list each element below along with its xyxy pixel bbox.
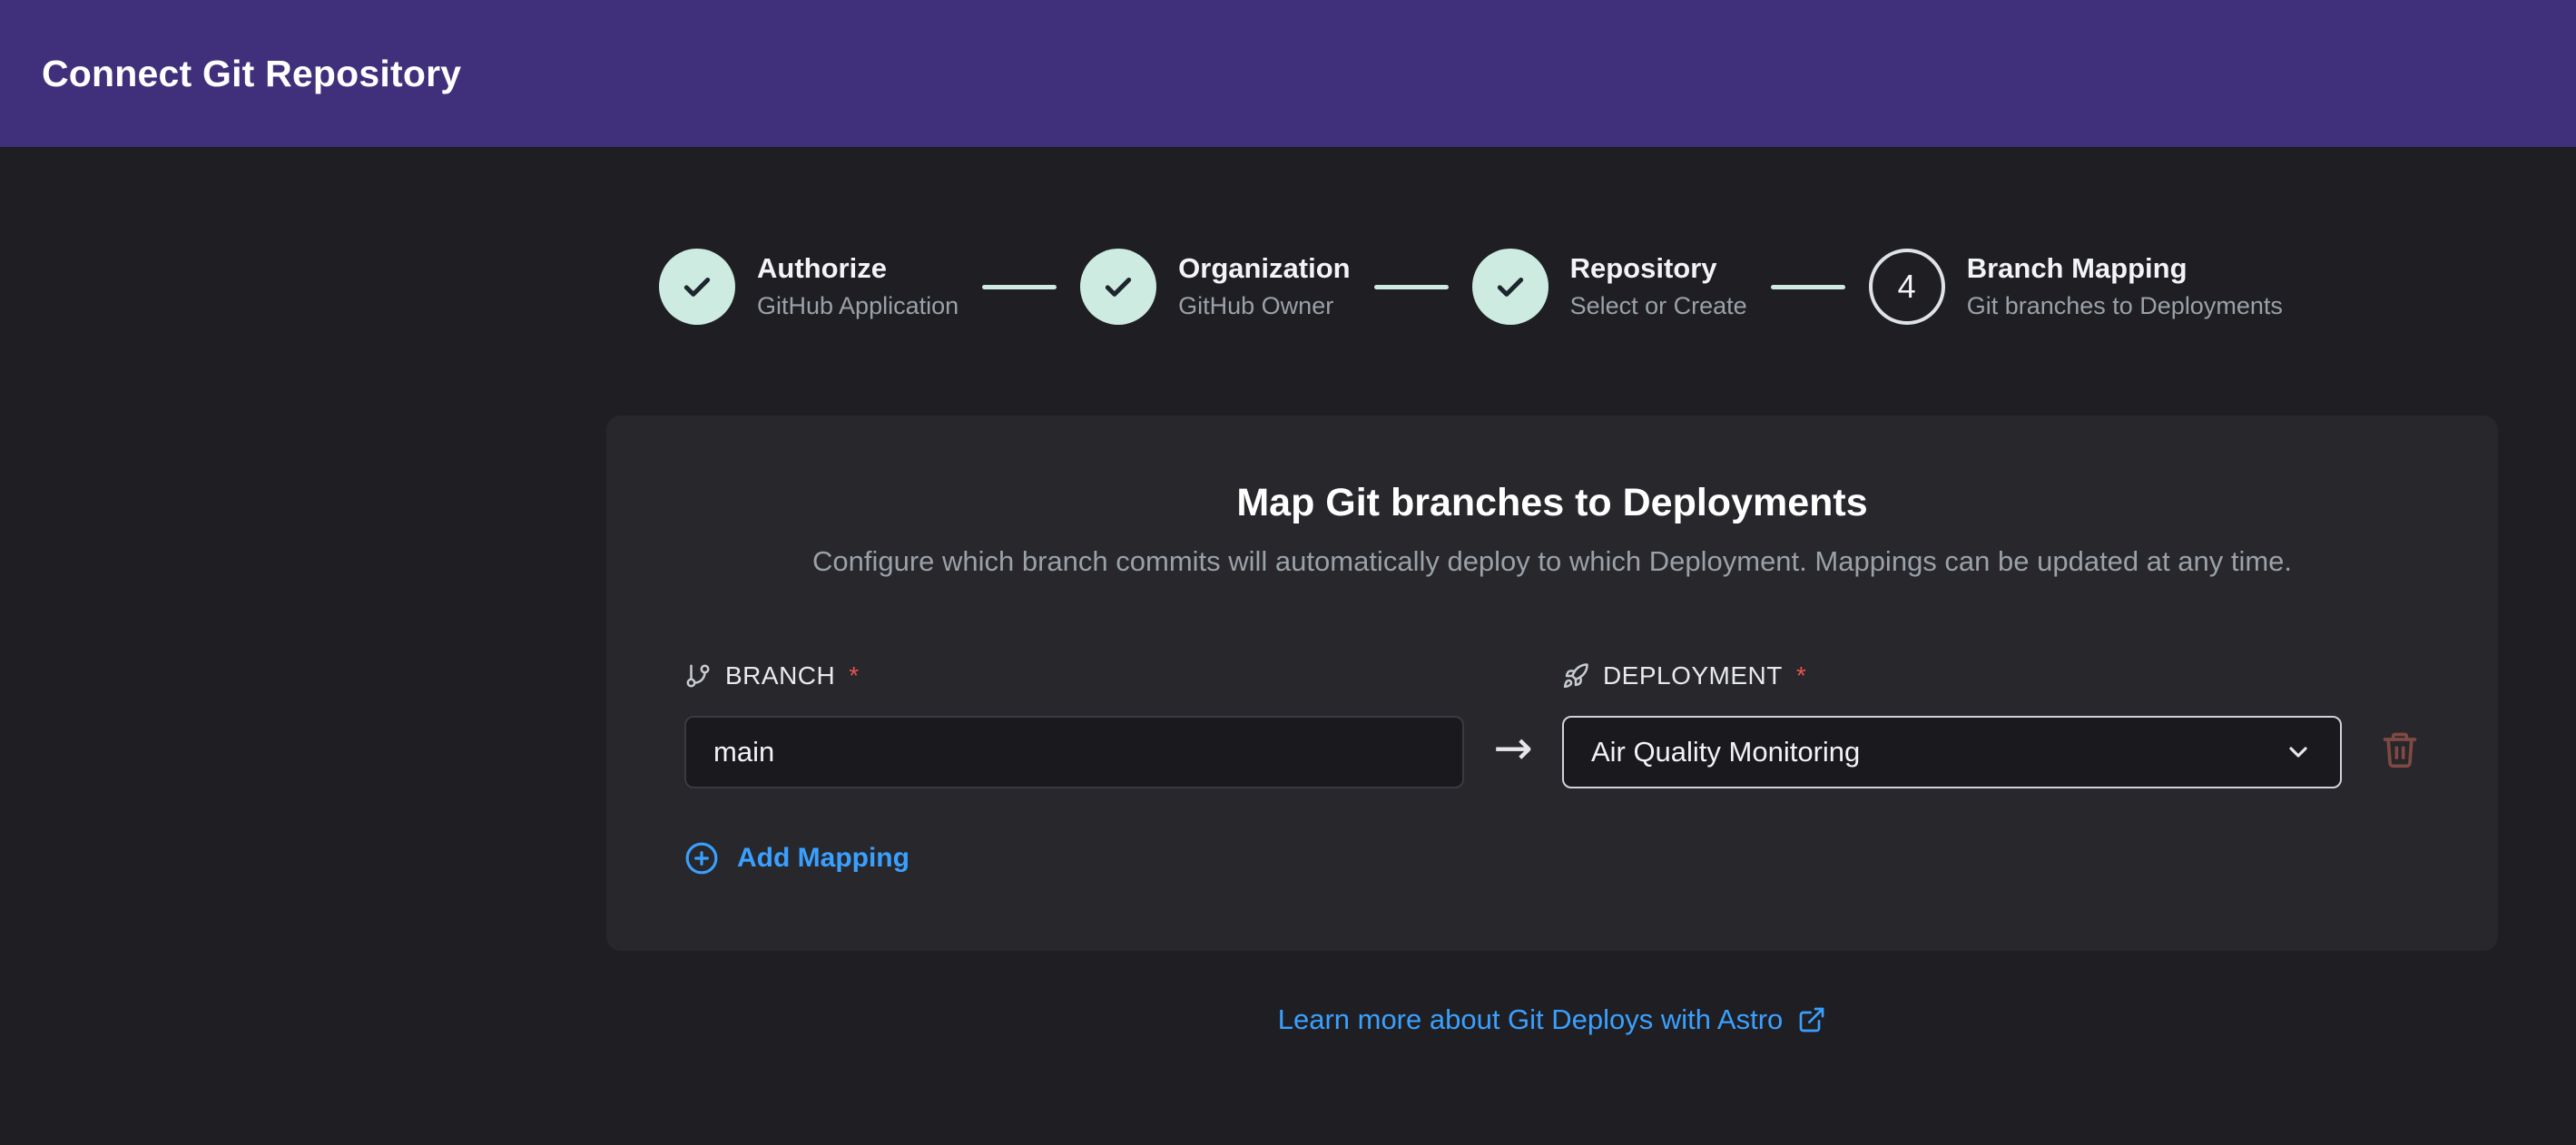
step-complete-circle	[659, 249, 735, 325]
git-branch-icon	[684, 662, 712, 690]
check-icon	[679, 269, 715, 305]
arrow-right-icon: →	[1493, 721, 1533, 776]
deployment-select[interactable]: Air Quality Monitoring	[1562, 716, 2342, 788]
step-branch-mapping: 4 Branch Mapping Git branches to Deploym…	[1869, 249, 2283, 325]
step-subtitle: GitHub Application	[757, 290, 959, 322]
mapping-row: BRANCH * → DEPLOYMENT * Air Quality Moni…	[684, 661, 2420, 788]
step-organization[interactable]: Organization GitHub Owner	[1080, 249, 1350, 325]
chevron-down-icon	[2284, 738, 2313, 767]
card-description: Configure which branch commits will auto…	[684, 545, 2420, 578]
mapping-arrow-cell: →	[1464, 721, 1562, 776]
step-title: Branch Mapping	[1967, 251, 2283, 287]
branch-label: BRANCH	[725, 661, 835, 690]
footer-row: Learn more about Git Deploys with Astro	[606, 1003, 2498, 1036]
required-marker: *	[1796, 661, 1806, 690]
step-title: Organization	[1178, 251, 1350, 287]
required-marker: *	[849, 661, 859, 690]
branch-field-group: BRANCH *	[684, 661, 1464, 788]
step-complete-circle	[1080, 249, 1156, 325]
add-mapping-button[interactable]: Add Mapping	[684, 841, 909, 876]
content-column: Authorize GitHub Application Organizatio…	[606, 249, 2498, 1036]
step-subtitle: GitHub Owner	[1178, 290, 1350, 322]
step-subtitle: Git branches to Deployments	[1967, 290, 2283, 322]
learn-more-label: Learn more about Git Deploys with Astro	[1278, 1003, 1784, 1036]
rocket-icon	[1562, 662, 1589, 690]
deployment-field-group: DEPLOYMENT * Air Quality Monitoring	[1562, 661, 2342, 788]
branch-label-row: BRANCH *	[684, 661, 1464, 690]
step-connector	[982, 285, 1057, 289]
step-complete-circle	[1472, 249, 1549, 325]
step-repository[interactable]: Repository Select or Create	[1472, 249, 1747, 325]
check-icon	[1492, 269, 1529, 305]
check-icon	[1100, 269, 1136, 305]
add-mapping-label: Add Mapping	[737, 843, 909, 874]
external-link-icon	[1797, 1005, 1826, 1034]
step-subtitle: Select or Create	[1570, 290, 1747, 322]
step-authorize[interactable]: Authorize GitHub Application	[659, 249, 959, 325]
trash-icon	[2380, 729, 2420, 769]
step-connector	[1771, 285, 1845, 289]
branch-mapping-card: Map Git branches to Deployments Configur…	[606, 416, 2498, 951]
page-title: Connect Git Repository	[42, 53, 461, 95]
deployment-label-row: DEPLOYMENT *	[1562, 661, 2342, 690]
step-connector	[1374, 285, 1449, 289]
branch-input[interactable]	[684, 716, 1464, 788]
learn-more-link[interactable]: Learn more about Git Deploys with Astro	[1278, 1003, 1827, 1036]
step-title: Authorize	[757, 251, 959, 287]
step-current-circle: 4	[1869, 249, 1945, 325]
delete-mapping-button[interactable]	[2380, 729, 2420, 772]
step-title: Repository	[1570, 251, 1747, 287]
deployment-selected-value: Air Quality Monitoring	[1591, 736, 1860, 768]
plus-circle-icon	[684, 841, 719, 876]
wizard-stepper: Authorize GitHub Application Organizatio…	[606, 249, 2498, 325]
card-title: Map Git branches to Deployments	[684, 481, 2420, 525]
step-number: 4	[1898, 268, 1916, 306]
deployment-label: DEPLOYMENT	[1603, 661, 1783, 690]
dialog-header: Connect Git Repository	[0, 0, 2576, 147]
